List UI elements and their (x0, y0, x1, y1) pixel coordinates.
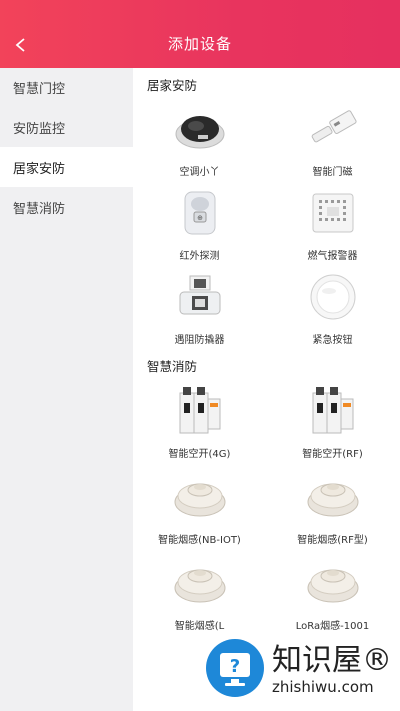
device-card[interactable]: 智能烟感(NB-IOT) (133, 466, 266, 552)
anti-pry-icon (168, 269, 232, 325)
gas-alarm-icon (301, 185, 365, 241)
device-label: 空调小丫 (179, 167, 220, 178)
infrared-detector-icon: ⊕ (168, 185, 232, 241)
device-label: 智能烟感(RF型) (297, 535, 368, 546)
device-card[interactable]: 智能空开(4G) (133, 378, 266, 466)
app-header: 添加设备 (0, 0, 400, 68)
device-label: 遇阻防撬器 (174, 335, 225, 346)
sidebar-item-label: 智慧消防 (13, 201, 66, 217)
chevron-left-icon (15, 38, 25, 52)
category-sidebar: 智慧门控 安防监控 居家安防 智慧消防 (0, 68, 133, 711)
device-label: 紧急按钮 (312, 335, 353, 346)
smoke-detector-icon (301, 555, 365, 611)
device-card[interactable]: LoRa烟感-1001 (266, 552, 399, 638)
device-card[interactable]: 遇阻防撬器 (133, 268, 266, 352)
sidebar-item-label: 智慧门控 (13, 81, 66, 97)
device-card[interactable]: 智能门磁 (266, 100, 399, 184)
device-label: 智能烟感(L (174, 621, 225, 632)
device-label: LoRa烟感-1001 (295, 621, 370, 632)
device-label: 智能空开(4G) (168, 449, 231, 460)
device-list: 居家安防 空调小丫 智能门磁 ⊕ 红外探测 燃气报警器 遇阻防撬器 紧急按钮 智… (133, 68, 400, 711)
emergency-button-icon (301, 269, 365, 325)
device-card[interactable]: 紧急按钮 (266, 268, 399, 352)
device-label: 智能门磁 (312, 167, 353, 178)
sidebar-item-label: 居家安防 (13, 161, 66, 177)
svg-text:⊕: ⊕ (197, 214, 203, 222)
device-card[interactable]: 燃气报警器 (266, 184, 399, 268)
device-card[interactable]: 空调小丫 (133, 100, 266, 184)
sidebar-item-home-security[interactable]: 居家安防 (0, 147, 133, 187)
device-label: 燃气报警器 (307, 251, 358, 262)
sidebar-item-label: 安防监控 (13, 121, 66, 137)
ac-controller-icon (168, 101, 232, 157)
sidebar-item-security-monitor[interactable]: 安防监控 (0, 107, 133, 147)
watermark-title: 知识屋® (272, 643, 392, 678)
smoke-detector-icon (301, 469, 365, 525)
section-title-home-security: 居家安防 (147, 77, 198, 93)
question-monitor-icon: ? (206, 639, 264, 697)
smoke-detector-icon (168, 555, 232, 611)
circuit-breaker-icon (168, 383, 232, 439)
circuit-breaker-icon (301, 383, 365, 439)
back-button[interactable] (10, 34, 32, 56)
sidebar-item-smart-door[interactable]: 智慧门控 (0, 67, 133, 107)
section-title-smart-fire: 智慧消防 (147, 358, 198, 374)
sidebar-item-smart-fire[interactable]: 智慧消防 (0, 187, 133, 227)
device-label: 智能空开(RF) (302, 449, 363, 460)
site-watermark: ? 知识屋® zhishiwu.com (204, 633, 394, 707)
device-card[interactable]: 智能空开(RF) (266, 378, 399, 466)
svg-text:?: ? (230, 656, 240, 677)
device-card[interactable]: 智能烟感(RF型) (266, 466, 399, 552)
device-label: 智能烟感(NB-IOT) (158, 535, 241, 546)
watermark-url: zhishiwu.com (272, 678, 374, 696)
device-card[interactable]: ⊕ 红外探测 (133, 184, 266, 268)
device-label: 红外探测 (179, 251, 220, 262)
device-card[interactable]: 智能烟感(L (133, 552, 266, 638)
door-sensor-icon (301, 101, 365, 157)
page-title: 添加设备 (167, 35, 232, 53)
smoke-detector-icon (168, 469, 232, 525)
